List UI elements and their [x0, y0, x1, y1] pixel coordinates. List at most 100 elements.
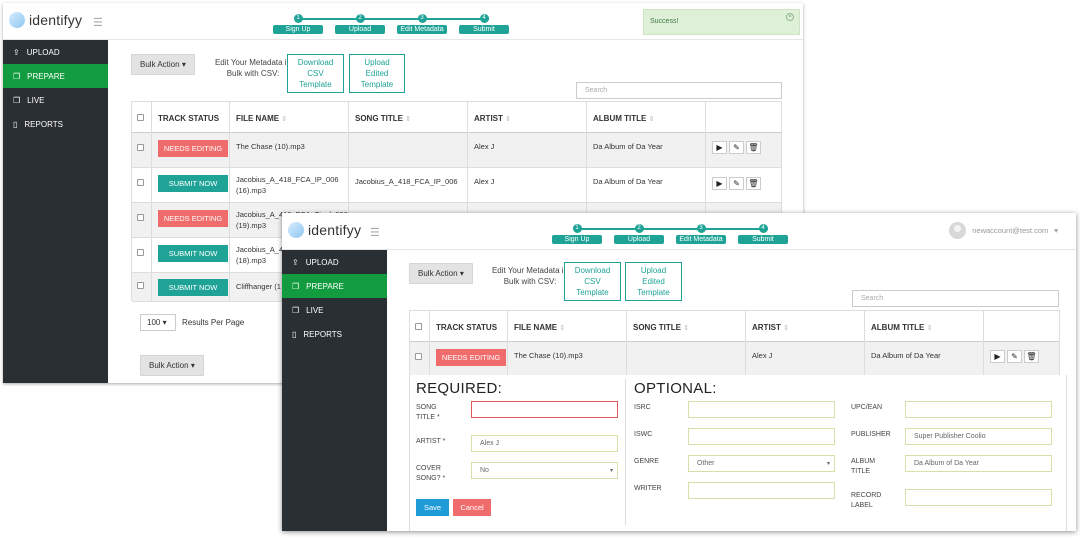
play-button[interactable]: ▶ [712, 177, 727, 190]
caret-down-icon: ▾ [1054, 226, 1058, 235]
th-song-title[interactable]: SONG TITLE ⇕ [349, 102, 468, 133]
table-row[interactable]: SUBMIT NOW Jacobius_A_418_FCA_IP_006 (16)… [132, 168, 781, 203]
select-all-checkbox[interactable] [132, 102, 152, 133]
record-label-input[interactable] [905, 489, 1052, 506]
sidebar-item-reports[interactable]: ▯ REPORTS [282, 322, 387, 346]
step-upload[interactable]: 2 Upload [335, 11, 385, 34]
upc-input[interactable] [905, 401, 1052, 418]
record-label-label: RECORD LABEL [851, 492, 882, 509]
th-artist[interactable]: ARTIST ⇕ [468, 102, 587, 133]
row-checkbox[interactable] [410, 342, 430, 375]
play-button[interactable]: ▶ [990, 350, 1005, 363]
edit-icon: ✎ [733, 179, 740, 188]
sidebar-item-upload[interactable]: ⇪ UPLOAD [282, 250, 387, 274]
cover-song-select[interactable]: No ▾ [471, 462, 618, 479]
brand-logo[interactable]: identifyy [288, 222, 361, 238]
download-csv-button[interactable]: Download CSV Template [287, 54, 344, 93]
cancel-button[interactable]: Cancel [453, 499, 491, 516]
edit-icon: ✎ [1011, 352, 1018, 361]
required-heading: REQUIRED: [416, 380, 503, 397]
th-song-title[interactable]: SONG TITLE ⇕ [627, 311, 746, 342]
th-file-name[interactable]: FILE NAME ⇕ [508, 311, 627, 342]
search-input[interactable]: Search [576, 82, 782, 99]
delete-button[interactable]: 🗑 [746, 177, 761, 190]
song-title-label: SONG TITLE * [416, 404, 440, 421]
delete-button[interactable]: 🗑 [746, 141, 761, 154]
file-icon: ▯ [292, 329, 297, 339]
table-row[interactable]: NEEDS EDITING The Chase (10).mp3 Alex J … [410, 342, 1059, 376]
publisher-label: PUBLISHER [851, 431, 891, 438]
menu-icon[interactable]: ☰ [370, 226, 380, 239]
step-edit-metadata[interactable]: 3 Edit Metadata [397, 11, 447, 34]
isrc-input[interactable] [688, 401, 835, 418]
sidebar-item-reports[interactable]: ▯ REPORTS [3, 112, 108, 136]
step-sign-up[interactable]: 1 Sign Up [273, 11, 323, 34]
play-icon: ▶ [716, 143, 723, 152]
genre-select[interactable]: Other ▾ [688, 455, 835, 472]
wizard-steps: 1 Sign Up 2 Upload 3 Edit Metadata 4 Submit [273, 11, 513, 37]
edit-button[interactable]: ✎ [729, 141, 744, 154]
bulk-action-button[interactable]: Bulk Action ▾ [131, 54, 195, 75]
sidebar-item-live[interactable]: ❐ LIVE [3, 88, 108, 112]
step-submit[interactable]: 4 Submit [459, 11, 509, 34]
menu-icon[interactable]: ☰ [93, 16, 103, 29]
edit-button[interactable]: ✎ [1007, 350, 1022, 363]
row-checkbox[interactable] [132, 203, 152, 237]
brand-logo[interactable]: identifyy [9, 12, 82, 28]
download-csv-button[interactable]: Download CSV Template [564, 262, 621, 301]
status-badge[interactable]: NEEDS EDITING [158, 140, 228, 157]
sidebar-item-prepare[interactable]: ❐ PREPARE [3, 64, 108, 88]
isrc-label: ISRC [634, 404, 651, 411]
edit-button[interactable]: ✎ [729, 177, 744, 190]
th-track-status[interactable]: TRACK STATUS [152, 102, 230, 133]
sidebar-item-live[interactable]: ❐ LIVE [282, 298, 387, 322]
status-badge[interactable]: NEEDS EDITING [158, 210, 228, 227]
th-file-name[interactable]: FILE NAME ⇕ [230, 102, 349, 133]
step-edit-metadata[interactable]: 3 Edit Metadata [676, 221, 726, 244]
close-icon[interactable]: × [786, 13, 794, 21]
sidebar-item-upload[interactable]: ⇪ UPLOAD [3, 40, 108, 64]
status-badge[interactable]: SUBMIT NOW [158, 279, 228, 296]
upload-edited-button[interactable]: Upload Edited Template [625, 262, 682, 301]
bulk-action-button[interactable]: Bulk Action ▾ [409, 263, 473, 284]
status-badge[interactable]: NEEDS EDITING [436, 349, 506, 366]
table-row[interactable]: NEEDS EDITING The Chase (10).mp3 Alex J … [132, 133, 781, 168]
th-album-title[interactable]: ALBUM TITLE ⇕ [865, 311, 984, 342]
save-button[interactable]: Save [416, 499, 449, 516]
th-album-title[interactable]: ALBUM TITLE ⇕ [587, 102, 706, 133]
step-sign-up[interactable]: 1 Sign Up [552, 221, 602, 244]
artist-input[interactable]: Alex J [471, 435, 618, 452]
album-title-input[interactable]: Da Album of Da Year [905, 455, 1052, 472]
brand-name: identifyy [308, 222, 362, 238]
delete-button[interactable]: 🗑 [1024, 350, 1039, 363]
per-page-select[interactable]: 100 ▾ [140, 314, 176, 331]
genre-label: GENRE [634, 458, 659, 465]
play-button[interactable]: ▶ [712, 141, 727, 154]
row-checkbox[interactable] [132, 273, 152, 301]
file-icon: ▯ [13, 119, 18, 129]
user-menu[interactable]: newaccount@test.com ▾ [949, 222, 1058, 239]
bulk-action-button-bottom[interactable]: Bulk Action ▾ [140, 355, 204, 376]
th-track-status[interactable]: TRACK STATUS [430, 311, 508, 342]
upload-edited-button[interactable]: Upload Edited Template [349, 54, 405, 93]
select-all-checkbox[interactable] [410, 311, 430, 342]
sidebar-item-prepare[interactable]: ❐ PREPARE [282, 274, 387, 298]
step-submit[interactable]: 4 Submit [738, 221, 788, 244]
status-badge[interactable]: SUBMIT NOW [158, 245, 228, 262]
metadata-edit-form: REQUIRED: OPTIONAL: SONG TITLE * ARTIST *… [409, 375, 1067, 531]
album-title-label: ALBUM TITLE [851, 458, 876, 475]
status-badge[interactable]: SUBMIT NOW [158, 175, 228, 192]
row-checkbox[interactable] [132, 238, 152, 272]
iswc-input[interactable] [688, 428, 835, 445]
user-email: newaccount@test.com [972, 226, 1049, 235]
search-input[interactable]: Search [852, 290, 1059, 307]
row-checkbox[interactable] [132, 168, 152, 202]
logo-icon [9, 12, 25, 28]
writer-input[interactable] [688, 482, 835, 499]
row-checkbox[interactable] [132, 133, 152, 167]
song-title-input[interactable] [471, 401, 618, 418]
publisher-input[interactable]: Super Publisher Coolio [905, 428, 1052, 445]
th-artist[interactable]: ARTIST ⇕ [746, 311, 865, 342]
cover-song-label: COVER SONG? * [416, 465, 446, 482]
step-upload[interactable]: 2 Upload [614, 221, 664, 244]
